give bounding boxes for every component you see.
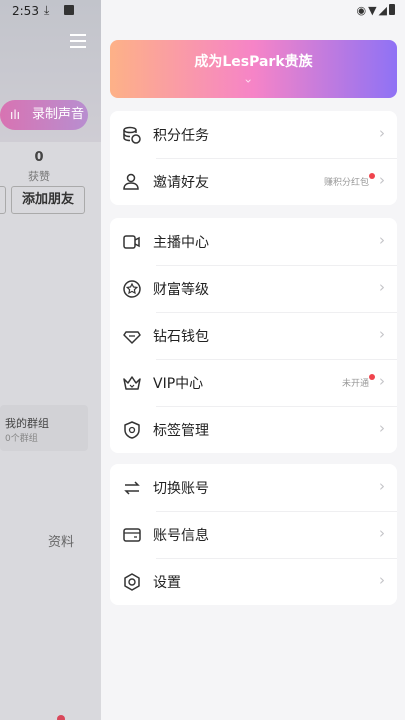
edit-profile-button[interactable]	[0, 186, 6, 214]
location-icon: ◉	[356, 4, 369, 17]
add-friend-button[interactable]: 添加朋友	[11, 186, 85, 214]
my-groups-title: 我的群组	[5, 417, 49, 430]
chevron-right-icon: ›	[379, 325, 385, 343]
menu-section-account: 切换账号 › 账号信息 › 设置 ›	[110, 464, 397, 605]
profile-tab[interactable]: 资料	[48, 531, 74, 550]
menu-item-label: 主播中心	[153, 235, 209, 251]
download-icon: ⤓	[44, 3, 50, 17]
menu-item-label: 积分任务	[153, 128, 209, 144]
chevron-right-icon: ›	[379, 278, 385, 296]
host-center-icon	[123, 235, 140, 249]
background-profile-page[interactable]: ılı 录制声音 0 获赞 添加朋友 我的群组 0个群组 资料	[0, 0, 101, 720]
vip-status-hint: 未开通	[341, 379, 369, 389]
account-info-icon	[123, 528, 141, 542]
invite-hint: 赚积分红包	[323, 178, 369, 188]
signal-icon: ◢	[378, 4, 389, 17]
record-voice-label: 录制声音	[32, 107, 85, 122]
notification-dot	[57, 715, 65, 720]
menu-item-invite-friends[interactable]: 邀请好友 赚积分红包 ›	[110, 158, 397, 205]
menu-item-switch-account[interactable]: 切换账号 ›	[110, 464, 397, 511]
wifi-icon: ▼	[368, 4, 379, 17]
banner-title: 成为LesPark贵族	[194, 54, 313, 70]
chevron-right-icon: ›	[241, 78, 256, 84]
invite-friends-icon	[123, 173, 139, 190]
likes-label: 获赞	[28, 170, 50, 183]
chevron-right-icon: ›	[379, 524, 385, 542]
menu-item-label: 标签管理	[153, 423, 209, 439]
menu-item-vip-center[interactable]: VIP中心 未开通 ›	[110, 359, 397, 406]
menu-item-label: VIP中心	[153, 376, 204, 392]
battery-icon	[389, 4, 395, 15]
wealth-level-icon	[123, 280, 141, 298]
menu-item-diamond-wallet[interactable]: 钻石钱包 ›	[110, 312, 397, 359]
notification-dot	[369, 173, 375, 179]
menu-icon[interactable]	[70, 30, 86, 52]
chevron-right-icon: ›	[379, 571, 385, 589]
status-bar: 2:53 ⤓ ◉▼◢	[0, 0, 405, 24]
switch-account-icon	[124, 481, 140, 495]
menu-item-label: 切换账号	[153, 481, 209, 497]
menu-item-settings[interactable]: 设置 ›	[110, 558, 397, 605]
menu-section-wallet: 主播中心 › 财富等级 › 钻石钱包 › VIP中心 未开通 › 标签管理 ›	[110, 218, 397, 453]
diamond-wallet-icon	[123, 331, 141, 344]
settings-icon	[124, 573, 140, 591]
tag-manage-icon	[124, 421, 140, 439]
menu-item-tag-management[interactable]: 标签管理 ›	[110, 406, 397, 453]
likes-count: 0	[34, 150, 44, 165]
menu-section-tasks: 积分任务 › 邀请好友 赚积分红包 ›	[110, 111, 397, 205]
status-icons: ◉▼◢	[356, 4, 395, 17]
record-voice-button[interactable]: ılı 录制声音	[0, 100, 88, 130]
notification-dot	[369, 374, 375, 380]
chevron-right-icon: ›	[379, 171, 385, 189]
menu-item-account-info[interactable]: 账号信息 ›	[110, 511, 397, 558]
menu-item-label: 邀请好友	[153, 175, 209, 191]
become-noble-banner[interactable]: 成为LesPark贵族 ›	[110, 40, 397, 98]
menu-item-points-tasks[interactable]: 积分任务 ›	[110, 111, 397, 158]
menu-item-label: 账号信息	[153, 528, 209, 544]
chevron-right-icon: ›	[379, 231, 385, 249]
points-icon	[123, 126, 141, 144]
menu-item-host-center[interactable]: 主播中心 ›	[110, 218, 397, 265]
menu-item-label: 财富等级	[153, 282, 209, 298]
side-drawer: 成为LesPark贵族 › 积分任务 › 邀请好友 赚积分红包 › 主播中心 ›…	[101, 0, 405, 720]
vip-crown-icon	[123, 376, 141, 390]
menu-item-wealth-level[interactable]: 财富等级 ›	[110, 265, 397, 312]
menu-item-label: 设置	[153, 575, 181, 591]
chevron-right-icon: ›	[379, 372, 385, 390]
menu-item-label: 钻石钱包	[153, 329, 209, 345]
my-groups-count: 0个群组	[5, 434, 38, 444]
notification-icon	[64, 5, 74, 15]
chevron-right-icon: ›	[379, 477, 385, 495]
chevron-right-icon: ›	[379, 124, 385, 142]
chevron-right-icon: ›	[379, 419, 385, 437]
status-time: 2:53	[12, 4, 39, 18]
voice-wave-icon: ılı	[10, 108, 21, 122]
